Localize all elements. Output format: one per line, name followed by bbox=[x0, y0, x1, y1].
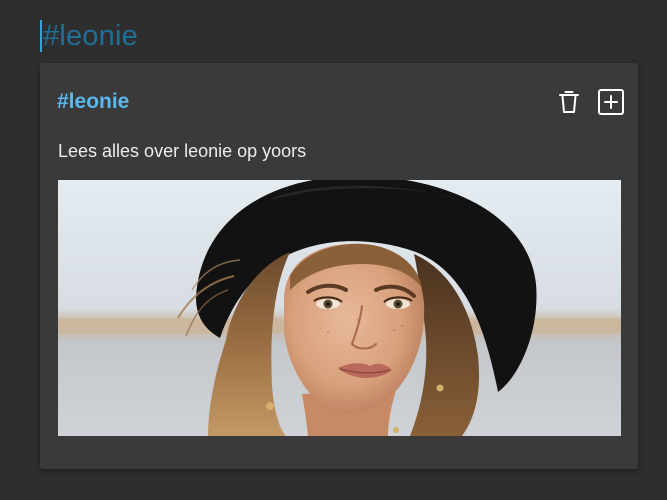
text-cursor bbox=[40, 20, 42, 52]
delete-button[interactable] bbox=[554, 87, 584, 117]
card-actions bbox=[554, 87, 626, 117]
portrait-photo bbox=[58, 180, 621, 436]
add-button[interactable] bbox=[596, 87, 626, 117]
plus-square-icon bbox=[598, 89, 624, 115]
card-image bbox=[58, 180, 621, 436]
card-description: Lees alles over leonie op yoors bbox=[58, 141, 307, 161]
card-title: #leonie bbox=[57, 90, 130, 113]
trash-icon bbox=[559, 91, 579, 113]
hashtag-card: #leonie Lees alles over leonie op yoors bbox=[40, 63, 638, 469]
page-title-text: #leonie bbox=[43, 20, 138, 52]
page-title-input[interactable]: #leonie bbox=[40, 14, 138, 58]
